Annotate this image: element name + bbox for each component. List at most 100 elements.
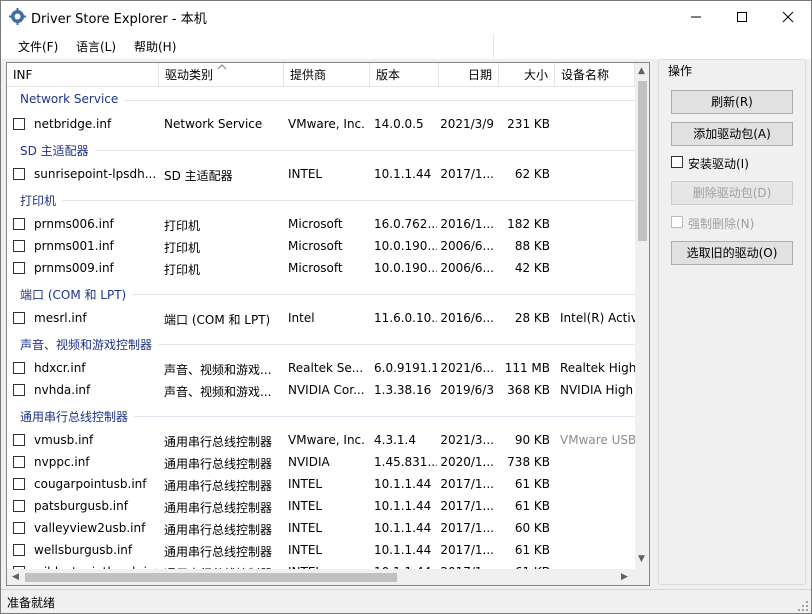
group-header[interactable]: 声音、视频和游戏控制器 (7, 333, 635, 355)
row-checkbox[interactable] (13, 434, 25, 446)
select-old-drivers-button[interactable]: 选取旧的驱动(O) (671, 241, 793, 265)
cell-inf: wellsburgusb.inf (34, 543, 133, 557)
cell-size: 62 KB (514, 167, 550, 181)
table-row[interactable]: netbridge.inf Network Service VMware, Inc.… (7, 113, 635, 135)
scroll-down-icon[interactable]: ▼ (638, 555, 645, 564)
cell-date: 2006/6... (440, 239, 494, 253)
cell-date: 2017/1... (440, 499, 494, 513)
group-label: 端口 (COM 和 LPT) (20, 286, 133, 303)
driver-list[interactable]: INF 驱动类别 提供商 版本 日期 大小 设备名称 Network Servi… (6, 62, 650, 586)
table-row[interactable]: valleyview2usb.inf 通用串行总线控制器 INTEL 10.1.1.4… (7, 517, 635, 539)
group-header[interactable]: 通用串行总线控制器 (7, 405, 635, 427)
row-checkbox[interactable] (13, 522, 25, 534)
table-row[interactable]: sunrisepoint-lpsdh... SD 主适配器 INTEL 10.1.1.… (7, 163, 635, 185)
resize-grip-icon[interactable] (797, 600, 809, 612)
cell-version: 6.0.9191.1 (374, 361, 437, 375)
column-header-size[interactable]: 大小 (499, 63, 555, 87)
status-bar: 准备就绪 (1, 589, 811, 613)
column-header-date[interactable]: 日期 (439, 63, 499, 87)
menu-language[interactable]: 语言(L) (76, 38, 116, 55)
cell-device: Intel(R) Active (560, 311, 635, 325)
close-icon (782, 11, 794, 23)
table-row[interactable]: prnms009.inf 打印机 Microsoft 10.0.190... 2006/… (7, 257, 635, 279)
scroll-left-icon[interactable]: ◀ (12, 573, 19, 582)
menu-bar: 文件(F) 语言(L) 帮助(H) (0, 32, 812, 59)
table-row[interactable]: hdxcr.inf 声音、视频和游戏... Realtek Se... 6.0.919… (7, 357, 635, 379)
close-button[interactable] (765, 1, 811, 32)
column-header-version[interactable]: 版本 (370, 63, 439, 87)
install-driver-checkbox[interactable] (671, 156, 683, 168)
cell-date: 2016/1... (440, 217, 494, 231)
group-header[interactable]: SD 主适配器 (7, 139, 635, 161)
cell-size: 61 KB (514, 543, 550, 557)
table-row[interactable]: mesrl.inf 端口 (COM 和 LPT) Intel 11.6.0.10...… (7, 307, 635, 329)
cell-size: 368 KB (507, 383, 550, 397)
column-header-provider[interactable]: 提供商 (284, 63, 370, 87)
row-checkbox[interactable] (13, 544, 25, 556)
cell-version: 10.1.1.44 (374, 477, 432, 491)
row-checkbox[interactable] (13, 456, 25, 468)
cell-size: 61 KB (514, 499, 550, 513)
cell-class: SD 主适配器 (164, 169, 233, 183)
table-row[interactable]: prnms001.inf 打印机 Microsoft 10.0.190... 2006/… (7, 235, 635, 257)
row-checkbox[interactable] (13, 384, 25, 396)
group-label: 通用串行总线控制器 (20, 408, 135, 425)
menu-blank-area (493, 34, 811, 58)
status-text: 准备就绪 (7, 596, 56, 610)
refresh-button[interactable]: 刷新(R) (671, 90, 793, 114)
group-header[interactable]: Network Service (7, 89, 635, 111)
table-row[interactable]: cougarpointusb.inf 通用串行总线控制器 INTEL 10.1.1.4… (7, 473, 635, 495)
install-driver-label[interactable]: 安装驱动(I) (688, 155, 749, 172)
row-checkbox[interactable] (13, 218, 25, 230)
cell-provider: VMware, Inc. (288, 433, 365, 447)
row-checkbox[interactable] (13, 478, 25, 490)
cell-size: 42 KB (514, 261, 550, 275)
vertical-scroll-thumb[interactable] (638, 81, 647, 241)
cell-version: 10.1.1.44 (374, 543, 432, 557)
cell-date: 2019/6/3 (440, 383, 494, 397)
cell-version: 10.1.1.44 (374, 167, 432, 181)
menu-help[interactable]: 帮助(H) (134, 38, 176, 55)
cell-size: 60 KB (514, 521, 550, 535)
cell-date: 2021/3... (440, 433, 494, 447)
vertical-scrollbar[interactable]: ▲ ▼ (635, 63, 649, 569)
group-header[interactable]: 端口 (COM 和 LPT) (7, 283, 635, 305)
table-row[interactable]: wellsburgusb.inf 通用串行总线控制器 INTEL 10.1.1.44 2… (7, 539, 635, 561)
row-checkbox[interactable] (13, 362, 25, 374)
row-checkbox[interactable] (13, 240, 25, 252)
table-row[interactable]: prnms006.inf 打印机 Microsoft 16.0.762... 2016/… (7, 213, 635, 235)
maximize-button[interactable] (719, 1, 765, 32)
table-row[interactable]: nvppc.inf 通用串行总线控制器 NVIDIA 1.45.831.... 2020… (7, 451, 635, 473)
row-checkbox[interactable] (13, 118, 25, 130)
row-checkbox[interactable] (13, 168, 25, 180)
cell-provider: Microsoft (288, 239, 343, 253)
cell-size: 88 KB (514, 239, 550, 253)
cell-provider: Microsoft (288, 261, 343, 275)
scroll-right-icon[interactable]: ▶ (621, 573, 628, 582)
delete-package-button[interactable]: 删除驱动包(D) (671, 181, 793, 205)
cell-device: NVIDIA High (560, 383, 634, 397)
group-label: 打印机 (20, 192, 63, 209)
table-row[interactable]: nvhda.inf 声音、视频和游戏... NVIDIA Cor... 1.3.38.… (7, 379, 635, 401)
sort-ascending-icon (217, 64, 227, 70)
group-header[interactable]: 打印机 (7, 189, 635, 211)
minimize-button[interactable] (673, 1, 719, 32)
cell-inf: prnms001.inf (34, 239, 114, 253)
row-checkbox[interactable] (13, 262, 25, 274)
cell-date: 2017/1... (440, 521, 494, 535)
horizontal-scroll-thumb[interactable] (25, 573, 397, 582)
group-divider (20, 150, 635, 151)
cell-provider: INTEL (288, 521, 323, 535)
force-delete-checkbox[interactable] (671, 216, 683, 228)
force-delete-label[interactable]: 强制删除(N) (688, 215, 754, 232)
add-package-button[interactable]: 添加驱动包(A) (671, 122, 793, 146)
scroll-up-icon[interactable]: ▲ (638, 67, 645, 76)
row-checkbox[interactable] (13, 500, 25, 512)
table-row[interactable]: patsburgusb.inf 通用串行总线控制器 INTEL 10.1.1.44 20… (7, 495, 635, 517)
column-header-inf[interactable]: INF (7, 63, 159, 87)
menu-file[interactable]: 文件(F) (18, 38, 58, 55)
horizontal-scrollbar[interactable]: ◀ ▶ (7, 569, 635, 585)
row-checkbox[interactable] (13, 312, 25, 324)
column-header-device[interactable]: 设备名称 (555, 63, 635, 87)
table-row[interactable]: vmusb.inf 通用串行总线控制器 VMware, Inc. 4.3.1.4 202… (7, 429, 635, 451)
